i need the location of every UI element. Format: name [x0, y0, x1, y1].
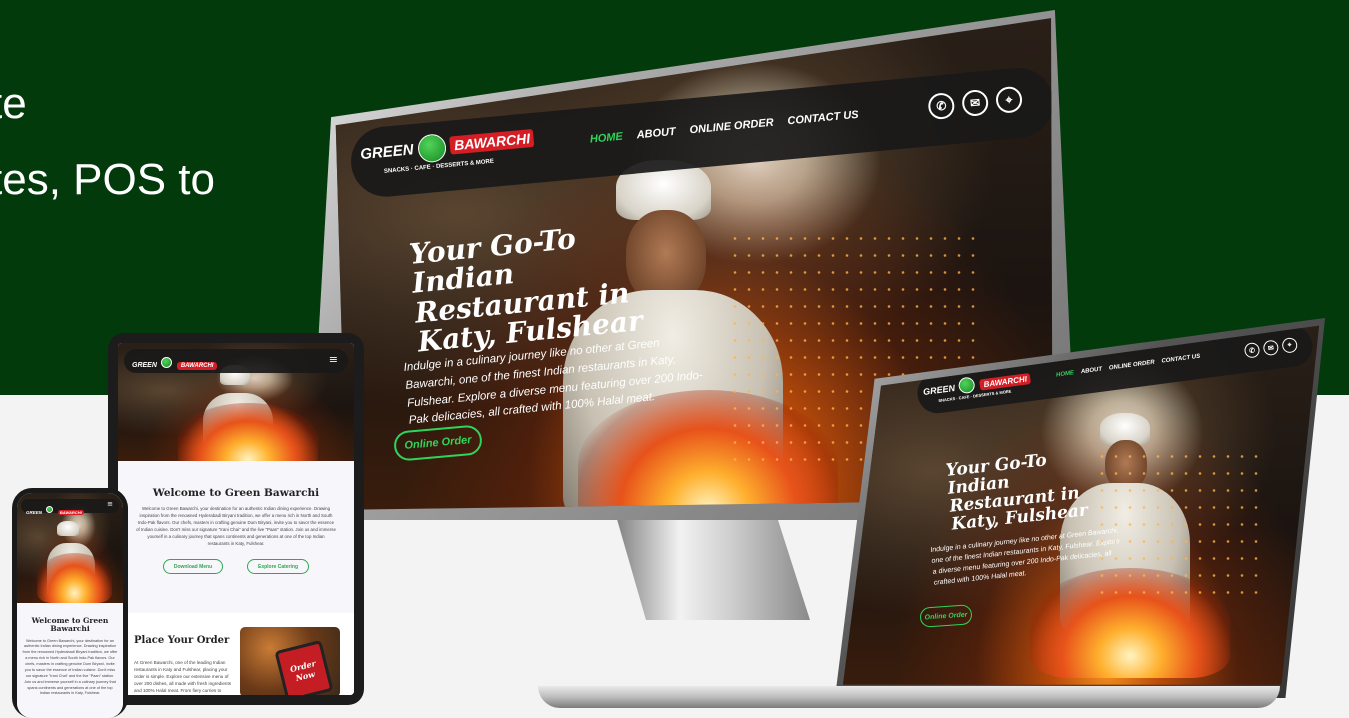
logo-text-green: GREEN [26, 510, 43, 515]
welcome-title: Welcome to Green Bawarchi [31, 616, 109, 634]
brand-logo[interactable]: GREEN BAWARCHI [26, 501, 84, 519]
order-now-badge: Order Now [274, 639, 334, 695]
monitor-contact-icons: ✆ ✉ ⌖ [927, 85, 1024, 121]
headline-line-2: tes, POS to [0, 155, 215, 204]
nav-online-order[interactable]: ONLINE ORDER [689, 117, 774, 137]
logo-text-green: GREEN [922, 382, 956, 398]
leaf-icon [46, 506, 54, 514]
logo-text-red: BAWARCHI [57, 510, 84, 515]
laptop-contact-icons: ✆ ✉ ⌖ [1243, 336, 1299, 359]
monitor-nav-menu: HOME ABOUT ONLINE ORDER CONTACT US [589, 109, 859, 146]
logo-text-green: GREEN [132, 362, 157, 369]
phone-screen: GREEN BAWARCHI ≡ Welcome to Green Bawarc… [17, 493, 123, 718]
explore-catering-button[interactable]: Explore Catering [247, 559, 309, 575]
phone-welcome-section: Welcome to Green Bawarchi Welcome to Gre… [17, 603, 123, 718]
laptop-base [538, 686, 1280, 708]
nav-home[interactable]: HOME [1056, 370, 1075, 378]
phone: GREEN BAWARCHI ≡ Welcome to Green Bawarc… [12, 488, 128, 718]
nav-contact-us[interactable]: CONTACT US [1161, 354, 1200, 365]
logo-text-green: GREEN [359, 141, 415, 164]
nav-contact-us[interactable]: CONTACT US [787, 109, 859, 128]
logo-text-red: BAWARCHI [176, 362, 218, 370]
brand-logo[interactable]: GREEN BAWARCHI SNACKS · CAFE · DESSERTS … [359, 125, 536, 177]
tablet: GREEN BAWARCHI ≡ Welcome to Green Bawarc… [108, 333, 364, 705]
flames [178, 403, 318, 461]
welcome-buttons: Download Menu Explore Catering [118, 559, 354, 575]
welcome-text: Welcome to Green Bawarchi, your destinat… [22, 638, 118, 696]
phone-icon[interactable]: ✆ [1243, 341, 1261, 359]
nav-about[interactable]: ABOUT [1081, 367, 1103, 376]
order-image: Order Now [240, 627, 340, 695]
online-order-button[interactable]: Online Order [392, 424, 484, 462]
menu-icon[interactable]: ≡ [329, 353, 338, 366]
mockup-stage: te tes, POS to GREEN BAWARCHI SNACKS · C… [0, 0, 1349, 718]
chef-hat [57, 521, 79, 536]
tablet-navbar: GREEN BAWARCHI ≡ [124, 349, 348, 373]
location-pin-icon[interactable]: ⌖ [994, 85, 1024, 114]
nav-home[interactable]: HOME [589, 131, 623, 146]
order-title: Place Your Order [134, 635, 230, 646]
online-order-button[interactable]: Online Order [919, 604, 973, 628]
leaf-icon [416, 133, 448, 164]
location-pin-icon[interactable]: ⌖ [1281, 336, 1299, 354]
flames [37, 553, 112, 603]
mail-icon[interactable]: ✉ [961, 88, 990, 118]
download-menu-button[interactable]: Download Menu [163, 559, 223, 575]
order-text: At Green Bawarchi, one of the leading In… [134, 660, 232, 694]
menu-icon[interactable]: ≡ [107, 500, 113, 508]
hero-title: Your Go-To Indian Restaurant in Katy, Fu… [407, 222, 645, 359]
laptop: GREEN BAWARCHI SNACKS · CAFE · DESSERTS … [835, 318, 1330, 713]
logo-text-red: BAWARCHI [449, 129, 535, 155]
tablet-order-section: Place Your Order At Green Bawarchi, one … [118, 613, 354, 695]
leaf-icon [958, 376, 977, 395]
headline-line-1: te [0, 79, 27, 128]
brand-logo[interactable]: GREEN BAWARCHI [132, 354, 218, 372]
nav-about[interactable]: ABOUT [636, 126, 676, 142]
welcome-title: Welcome to Green Bawarchi [152, 487, 320, 499]
phone-navbar: GREEN BAWARCHI ≡ [21, 499, 119, 515]
welcome-text: Welcome to Green Bawarchi, your destinat… [136, 506, 336, 547]
mail-icon[interactable]: ✉ [1262, 339, 1280, 357]
nav-online-order[interactable]: ONLINE ORDER [1109, 360, 1155, 372]
tablet-screen: GREEN BAWARCHI ≡ Welcome to Green Bawarc… [118, 343, 354, 695]
phone-icon[interactable]: ✆ [927, 91, 956, 121]
leaf-icon [161, 357, 173, 369]
sparks [1095, 448, 1265, 608]
tablet-welcome-section: Welcome to Green Bawarchi Welcome to Gre… [118, 461, 354, 613]
